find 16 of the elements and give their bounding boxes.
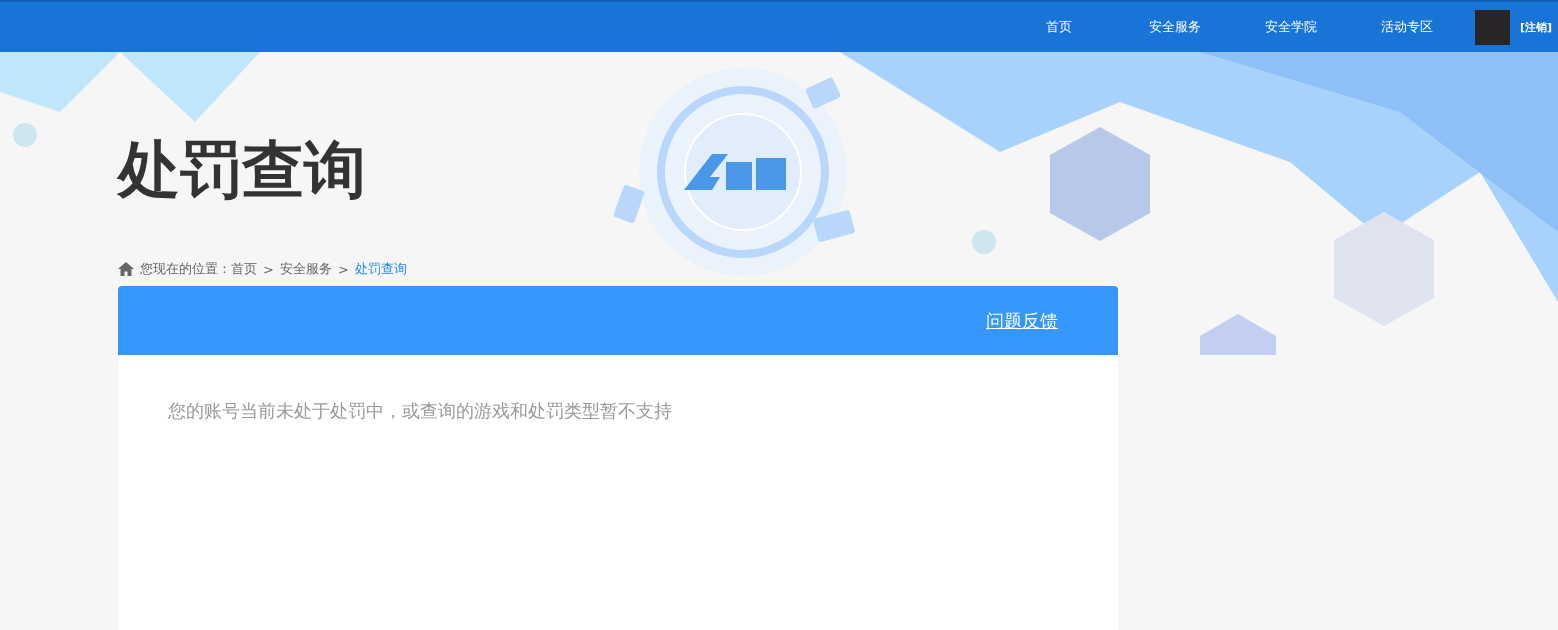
nav-link[interactable]: 首页 xyxy=(1000,18,1117,36)
logout-link[interactable]: [注销] xyxy=(1519,19,1552,35)
breadcrumb-separator: > xyxy=(263,261,274,277)
breadcrumb-link[interactable]: 处罚查询 xyxy=(354,260,407,278)
feedback-link[interactable]: 问题反馈 xyxy=(986,308,1058,333)
nav-link[interactable]: 安全服务 xyxy=(1116,18,1233,36)
nav-link[interactable]: 安全学院 xyxy=(1232,18,1349,36)
status-message: 您的账号当前未处于处罚中，或查询的游戏和处罚类型暂不支持 xyxy=(168,399,673,423)
home-icon xyxy=(118,262,134,276)
breadcrumb-label: 您现在的位置： xyxy=(140,260,231,278)
breadcrumb-link[interactable]: 安全服务 xyxy=(279,260,332,278)
breadcrumb-separator: > xyxy=(337,261,349,277)
avatar-photo-placeholder[interactable] xyxy=(1474,9,1510,45)
page-title: 处罚查询 xyxy=(118,132,367,208)
breadcrumb-link[interactable]: 首页 xyxy=(231,260,257,278)
nav-link[interactable]: 活动专区 xyxy=(1348,18,1465,36)
